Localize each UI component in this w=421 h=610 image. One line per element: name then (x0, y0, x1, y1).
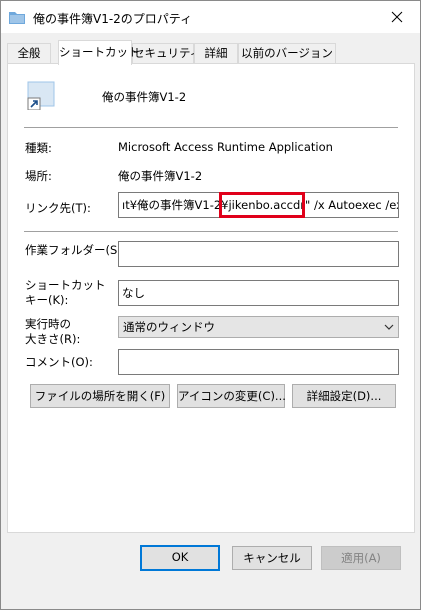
properties-dialog: 俺の事件簿V1-2のプロパティ 全般 ショートカット セキュリティ 詳細 以前の… (0, 0, 421, 610)
target-label: リンク先(T): (25, 201, 91, 215)
tab-general[interactable]: 全般 (7, 43, 51, 64)
title-bar: 俺の事件簿V1-2のプロパティ (1, 1, 420, 33)
workdir-input[interactable] (118, 241, 399, 267)
run-label-line1: 実行時の (25, 317, 71, 331)
app-shortcut-icon (24, 76, 58, 111)
type-value: Microsoft Access Runtime Application (118, 140, 333, 154)
location-label: 場所: (25, 169, 52, 183)
type-label: 種類: (25, 141, 52, 155)
close-button[interactable] (374, 1, 420, 33)
cancel-button[interactable]: キャンセル (232, 546, 312, 570)
location-value: 俺の事件簿V1-2 (118, 169, 203, 183)
shortcut-key-label-line2: キー(K): (25, 293, 69, 307)
apply-button[interactable]: 適用(A) (321, 546, 401, 570)
advanced-button[interactable]: 詳細設定(D)... (292, 384, 396, 408)
target-input[interactable]: ıt¥俺の事件簿V1-2¥jikenbo.accdr" /x Autoexec … (118, 192, 399, 218)
separator (24, 127, 398, 128)
workdir-label: 作業フォルダー(S): (25, 243, 126, 257)
run-size-select[interactable]: 通常のウィンドウ (118, 316, 399, 338)
shortcut-name: 俺の事件簿V1-2 (102, 90, 187, 104)
change-icon-button[interactable]: アイコンの変更(C)... (177, 384, 286, 408)
shortcut-key-label-line1: ショートカット (25, 278, 106, 292)
folder-shortcut-icon (9, 10, 25, 24)
tab-details[interactable]: 詳細 (194, 43, 238, 64)
shortcut-panel: 俺の事件簿V1-2 種類: Microsoft Access Runtime A… (7, 63, 415, 533)
run-size-value: 通常のウィンドウ (123, 320, 215, 334)
comment-label: コメント(O): (25, 355, 93, 369)
close-icon (391, 11, 403, 23)
tab-shortcut[interactable]: ショートカット (58, 40, 140, 65)
window-title: 俺の事件簿V1-2のプロパティ (33, 12, 193, 26)
tab-security[interactable]: セキュリティ (132, 43, 201, 64)
chevron-down-icon (384, 317, 394, 343)
tab-previous-versions[interactable]: 以前のバージョン (238, 43, 336, 64)
run-label-line2: 大きさ(R): (25, 332, 81, 346)
open-file-location-button[interactable]: ファイルの場所を開く(F) (30, 384, 170, 408)
ok-button[interactable]: OK (140, 545, 220, 571)
separator (24, 231, 398, 232)
shortcut-key-input[interactable]: なし (118, 280, 399, 306)
comment-input[interactable] (118, 349, 399, 375)
